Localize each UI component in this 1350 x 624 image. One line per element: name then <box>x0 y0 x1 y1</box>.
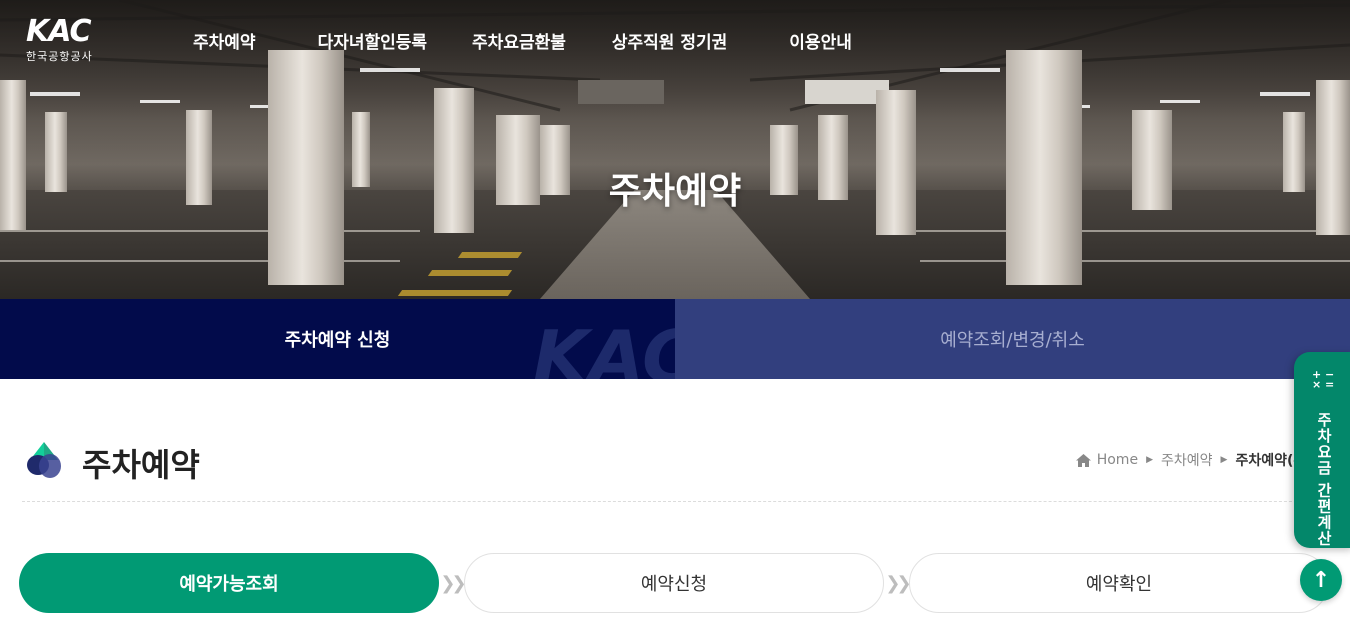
scroll-top-button[interactable]: ↑ <box>1300 559 1342 601</box>
hero-banner: KAC 한국공항공사 주차예약 다자녀할인등록 주차요금환불 상주직원 정기권 … <box>0 0 1350 299</box>
main-nav: 주차예약 다자녀할인등록 주차요금환불 상주직원 정기권 이용안내 <box>193 28 852 53</box>
fee-calculator-tab[interactable]: + − × = 주차요금 간편계산 <box>1294 352 1350 548</box>
tab-reservation-lookup[interactable]: 예약조회/변경/취소 <box>675 299 1350 379</box>
lane-stripe <box>457 252 523 258</box>
step-availability-check[interactable]: 예약가능조회 <box>19 553 439 613</box>
reservation-steps: 예약가능조회 ❯❯ 예약신청 ❯❯ 예약확인 <box>19 553 1329 613</box>
lane-stripe <box>397 290 513 296</box>
tab-watermark: KAC <box>532 315 675 379</box>
page-title-icon <box>27 442 61 478</box>
arrow-up-icon: ↑ <box>1311 567 1331 593</box>
nav-item-guide[interactable]: 이용안내 <box>789 28 852 53</box>
nav-item-parking-reservation[interactable]: 주차예약 <box>193 28 256 53</box>
breadcrumb-separator-icon: ▶ <box>1220 455 1228 465</box>
stall-line <box>900 230 1350 232</box>
tab-label: 예약조회/변경/취소 <box>940 330 1085 351</box>
logo-subtitle: 한국공항공사 <box>26 50 93 63</box>
calculator-icon: + − × = <box>1312 368 1335 391</box>
stall-line <box>920 260 1350 262</box>
nav-item-staff-pass[interactable]: 상주직원 정기권 <box>612 28 727 53</box>
step-reservation-confirm[interactable]: 예약확인 <box>909 553 1329 613</box>
nav-item-multi-child-discount[interactable]: 다자녀할인등록 <box>318 28 427 53</box>
kac-logo[interactable]: KAC 한국공항공사 <box>26 14 112 64</box>
reservation-tabs: KAC 주차예약 신청 예약조회/변경/취소 <box>0 299 1350 379</box>
double-chevron-right-icon: ❯❯ <box>885 572 911 594</box>
page-title: 주차예약 <box>82 446 200 484</box>
hero-title: 주차예약 <box>608 171 742 212</box>
double-chevron-right-icon: ❯❯ <box>440 572 466 594</box>
logo-mark: KAC <box>26 14 92 49</box>
home-icon[interactable] <box>1075 453 1091 467</box>
page-header: 주차예약 Home ▶ 주차예약 ▶ 주차예약(주차조 <box>22 430 1332 502</box>
breadcrumb-separator-icon: ▶ <box>1146 455 1153 465</box>
tab-label: 주차예약 신청 <box>284 330 391 351</box>
lane-stripe <box>427 270 513 276</box>
tab-reservation-apply[interactable]: KAC 주차예약 신청 <box>0 299 675 379</box>
nav-item-refund[interactable]: 주차요금환불 <box>472 28 566 53</box>
stall-line <box>0 230 420 232</box>
breadcrumb-home[interactable]: Home <box>1097 452 1138 468</box>
fee-calculator-label: 주차요금 간편계산 <box>1315 412 1333 547</box>
step-reservation-apply[interactable]: 예약신청 <box>464 553 884 613</box>
breadcrumb-level1[interactable]: 주차예약 <box>1161 450 1213 470</box>
